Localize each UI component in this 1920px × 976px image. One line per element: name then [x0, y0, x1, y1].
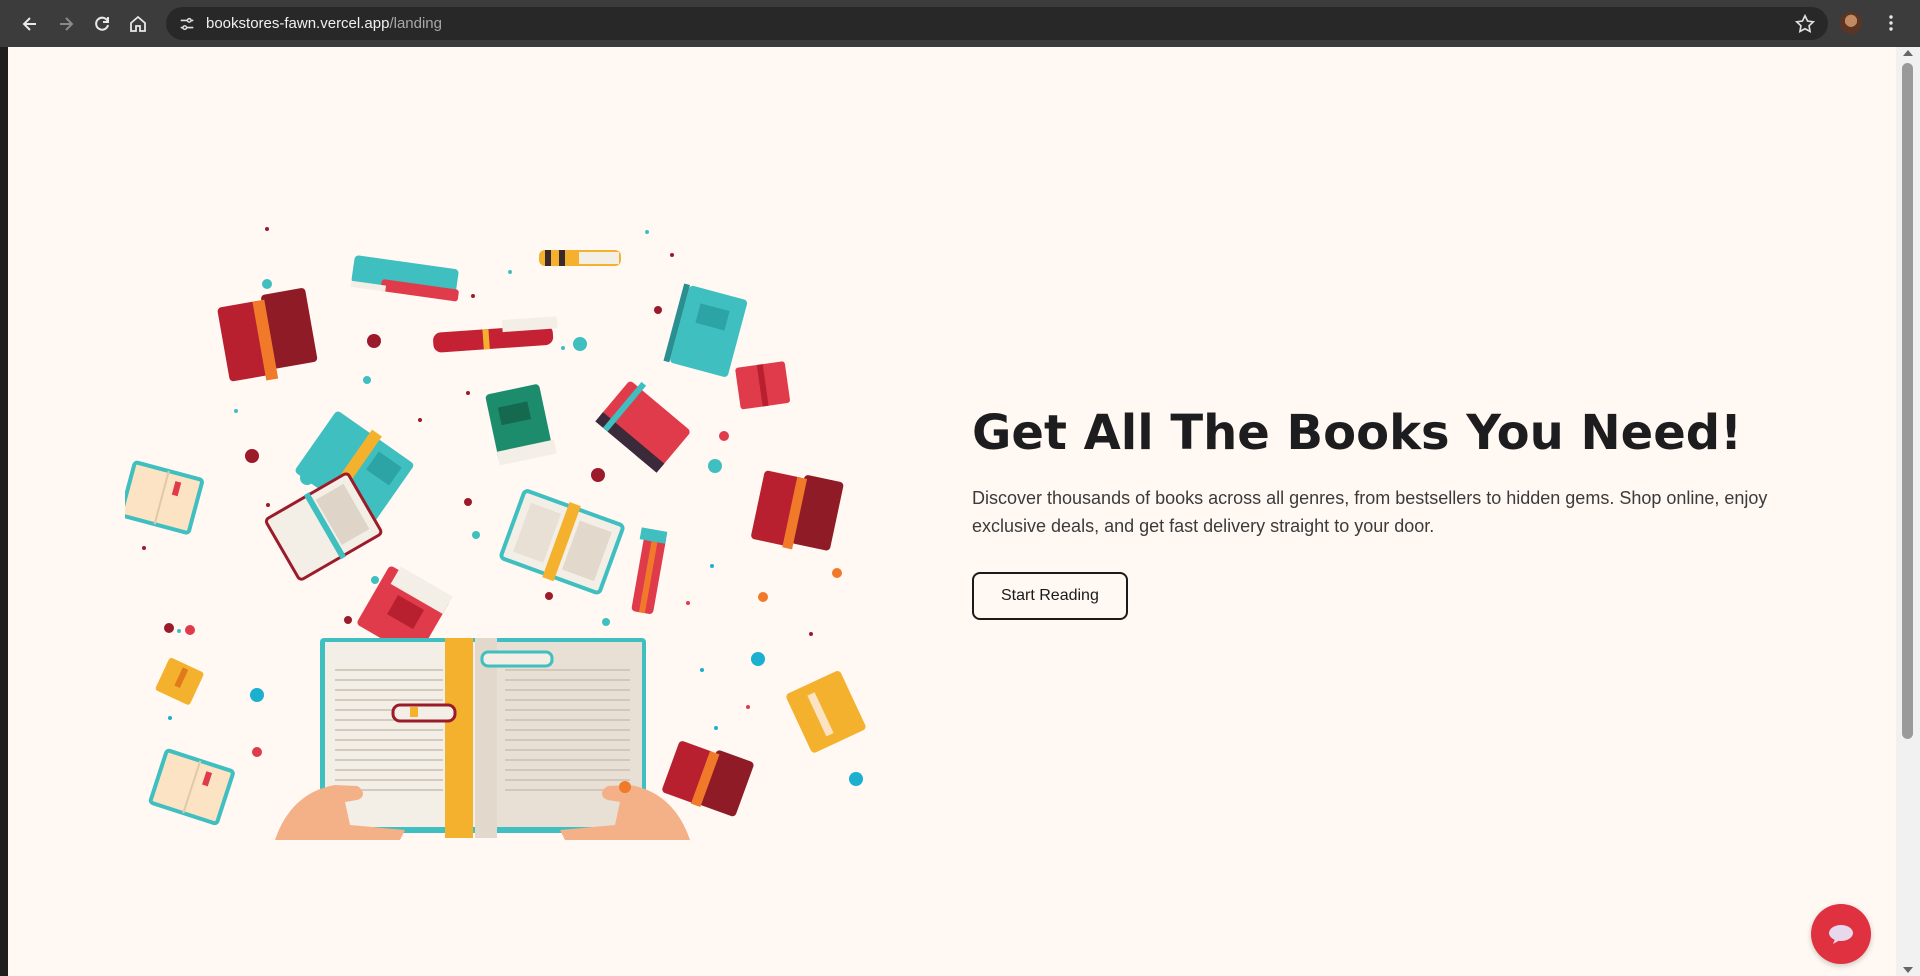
url-host: bookstores-fawn.vercel.app: [206, 15, 390, 32]
back-button[interactable]: [12, 6, 48, 42]
reload-icon: [95, 16, 109, 31]
scroll-down-arrow[interactable]: [1903, 967, 1913, 973]
home-icon: [130, 15, 146, 32]
browser-toolbar: bookstores-fawn.vercel.app/landing: [0, 0, 1920, 47]
address-bar[interactable]: bookstores-fawn.vercel.app/landing: [166, 7, 1828, 40]
profile-avatar[interactable]: [1840, 12, 1862, 34]
home-button[interactable]: [120, 6, 156, 42]
scroll-up-arrow[interactable]: [1903, 50, 1913, 56]
reload-button[interactable]: [84, 6, 120, 42]
arrow-right-icon: [60, 16, 74, 31]
window-edge: [0, 47, 8, 976]
chat-button[interactable]: [1811, 904, 1871, 964]
books-illustration: [125, 227, 866, 840]
nav-buttons: [12, 6, 156, 42]
open-book: [275, 638, 690, 840]
star-icon[interactable]: [1794, 13, 1816, 35]
forward-button[interactable]: [48, 6, 84, 42]
hero-section: Get All The Books You Need! Discover tho…: [972, 407, 1832, 620]
arrow-left-icon: [22, 16, 36, 31]
start-reading-button[interactable]: Start Reading: [972, 571, 1128, 620]
tune-icon: [180, 17, 194, 30]
kebab-menu-icon[interactable]: [1880, 12, 1902, 34]
chat-bubble-icon: [1829, 925, 1853, 944]
url-path: /landing: [389, 15, 442, 32]
hero-title: Get All The Books You Need!: [972, 405, 1743, 461]
site-info-button[interactable]: [172, 9, 202, 39]
hero-description: Discover thousands of books across all g…: [972, 487, 1768, 536]
scroll-thumb[interactable]: [1902, 63, 1913, 739]
page-scrollbar[interactable]: [1896, 47, 1920, 976]
